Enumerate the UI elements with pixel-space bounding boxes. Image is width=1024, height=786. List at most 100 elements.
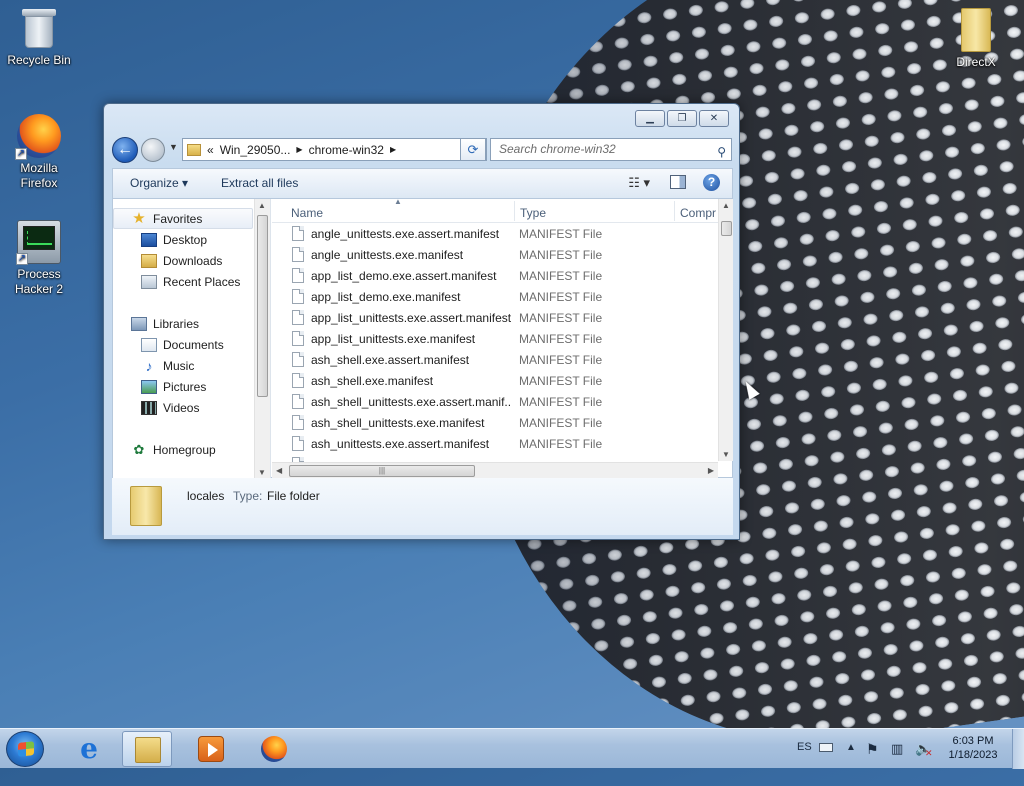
taskbar-internet-explorer[interactable]: e (64, 731, 114, 767)
language-indicator[interactable]: ES (797, 741, 812, 753)
file-name: ash_shell.exe.assert.manifest (311, 353, 470, 367)
nav-item-pictures[interactable]: Pictures (113, 376, 253, 397)
file-icon (292, 352, 304, 367)
search-icon[interactable]: ⚲ (717, 142, 726, 163)
breadcrumb-segment[interactable]: chrome-win32 (309, 143, 384, 157)
table-row[interactable]: app_list_demo.exe.assert.manifest MANIFES… (272, 265, 718, 286)
desktop-icon-firefox[interactable]: ↗ Mozilla Firefox (1, 114, 77, 191)
table-row[interactable]: angle_unittests.exe.manifest MANIFEST Fil… (272, 244, 718, 265)
nav-item-label: Favorites (153, 211, 203, 226)
start-button[interactable] (6, 731, 44, 767)
command-bar: Organize ▾ Extract all files ☷ ▾ ? (112, 168, 733, 198)
table-row[interactable]: ash_shell.exe.manifest MANIFEST File (272, 370, 718, 391)
downloads-folder-icon (141, 253, 157, 268)
column-compressed[interactable]: Compr (680, 206, 716, 220)
table-row[interactable]: ash_unittests.exe.assert.manifest MANIFES… (272, 433, 718, 454)
caption-buttons: ▁ ❐ ✕ (635, 110, 729, 127)
nav-item-favorites[interactable]: ★ Favorites (113, 208, 253, 229)
desktop-icon-process-hacker[interactable]: ↗ Process Hacker 2 (1, 220, 77, 297)
table-row[interactable]: app_list_unittests.exe.manifest MANIFEST … (272, 328, 718, 349)
change-view-button[interactable]: ☷ ▾ (628, 175, 650, 191)
desktop-icon-label: Mozilla Firefox (20, 161, 58, 190)
windows-logo-icon (18, 741, 34, 757)
file-list-vertical-scrollbar[interactable]: ▲ ▼ (718, 199, 733, 461)
show-hidden-icons-icon[interactable]: ▲ (846, 742, 856, 753)
file-type: MANIFEST File (519, 437, 603, 451)
table-row[interactable]: app_list_demo.exe.manifest MANIFEST File (272, 286, 718, 307)
explorer-window[interactable]: ▁ ❐ ✕ ← ▼ « Win_29050... ▶ chrome-win32 … (103, 103, 740, 540)
desktop-icon-directx[interactable]: DirectX (938, 8, 1014, 70)
scroll-right-icon[interactable]: ▶ (708, 466, 714, 475)
nav-item-label: Recent Places (163, 274, 241, 289)
scrollbar-thumb[interactable] (257, 215, 268, 397)
back-button[interactable]: ← (112, 137, 138, 163)
nav-item-homegroup[interactable]: ✿ Homegroup (113, 439, 253, 460)
search-input[interactable]: Search chrome-win32 ⚲ (490, 138, 732, 161)
column-name[interactable]: Name (291, 206, 323, 220)
file-type: MANIFEST File (519, 395, 603, 409)
table-row[interactable]: angle_unittests.exe.assert.manifest MANIF… (272, 223, 718, 244)
desktop-icon-recycle-bin[interactable]: Recycle Bin (1, 6, 77, 68)
libraries-icon (131, 316, 147, 331)
nav-item-libraries[interactable]: Libraries (113, 313, 253, 334)
organize-button[interactable]: Organize ▾ (130, 176, 188, 190)
network-icon[interactable]: ▥ (891, 741, 903, 757)
type-value: File folder (267, 489, 320, 503)
file-icon (292, 394, 304, 409)
nav-item-desktop[interactable]: Desktop (113, 229, 253, 250)
taskbar-media-player[interactable] (186, 731, 236, 767)
keyboard-icon[interactable] (819, 743, 833, 752)
breadcrumb-arrow-icon[interactable]: ▶ (296, 145, 302, 154)
table-row[interactable]: app_list_unittests.exe.assert.manifest MA… (272, 307, 718, 328)
maximize-button[interactable]: ❐ (667, 110, 697, 127)
address-bar[interactable]: « Win_29050... ▶ chrome-win32 ▶ ▼ (182, 138, 487, 161)
nav-pane-scrollbar[interactable]: ▲ ▼ (254, 199, 270, 479)
preview-pane-icon[interactable] (670, 175, 686, 189)
file-name: ash_shell_unittests.exe.assert.manif... (311, 395, 511, 409)
desktop-icon-label: Process Hacker 2 (14, 267, 64, 296)
table-row[interactable]: ash_shell.exe.assert.manifest MANIFEST Fi… (272, 349, 718, 370)
nav-item-music[interactable]: ♪ Music (113, 355, 253, 376)
close-button[interactable]: ✕ (699, 110, 729, 127)
table-row[interactable]: ash_shell_unittests.exe.assert.manif... M… (272, 391, 718, 412)
refresh-button[interactable]: ⟳ (460, 138, 486, 161)
taskbar-windows-explorer[interactable] (122, 731, 172, 767)
clock[interactable]: 6:03 PM 1/18/2023 (940, 734, 1006, 762)
nav-item-documents[interactable]: Documents (113, 334, 253, 355)
address-overflow[interactable]: « (207, 143, 214, 157)
star-icon: ★ (132, 209, 146, 227)
file-type: MANIFEST File (519, 374, 603, 388)
scroll-down-icon[interactable]: ▼ (258, 468, 266, 477)
recent-pages-dropdown[interactable]: ▼ (169, 142, 178, 152)
pictures-icon (141, 379, 157, 394)
folder-icon (187, 143, 201, 156)
volume-muted-icon: ✕ (925, 748, 933, 758)
folder-icon (130, 486, 162, 526)
file-list-horizontal-scrollbar[interactable]: ◀ ||| ▶ (272, 462, 718, 479)
show-desktop-button[interactable] (1012, 729, 1024, 769)
table-row[interactable]: ash_shell_unittests.exe.manifest MANIFEST… (272, 412, 718, 433)
scroll-down-icon[interactable]: ▼ (722, 450, 730, 459)
file-icon (292, 268, 304, 283)
breadcrumb-arrow-icon[interactable]: ▶ (390, 145, 396, 154)
action-center-flag-icon[interactable]: ⚑ (866, 741, 879, 758)
forward-button[interactable] (141, 138, 165, 162)
nav-item-recent-places[interactable]: Recent Places (113, 271, 253, 292)
minimize-button[interactable]: ▁ (635, 110, 665, 127)
scrollbar-thumb[interactable] (721, 221, 732, 236)
nav-item-videos[interactable]: Videos (113, 397, 253, 418)
table-row[interactable] (272, 454, 718, 462)
scrollbar-thumb[interactable]: ||| (289, 465, 475, 477)
breadcrumb-segment[interactable]: Win_29050... (220, 143, 291, 157)
file-type: MANIFEST File (519, 269, 603, 283)
nav-item-downloads[interactable]: Downloads (113, 250, 253, 271)
scroll-up-icon[interactable]: ▲ (722, 201, 730, 210)
taskbar-firefox[interactable] (249, 731, 299, 767)
help-icon[interactable]: ? (703, 174, 720, 191)
extract-all-button[interactable]: Extract all files (221, 176, 298, 190)
scroll-left-icon[interactable]: ◀ (276, 466, 282, 475)
scroll-up-icon[interactable]: ▲ (258, 201, 266, 210)
file-type: MANIFEST File (519, 332, 603, 346)
nav-item-label: Music (163, 358, 195, 373)
column-type[interactable]: Type (520, 206, 546, 220)
